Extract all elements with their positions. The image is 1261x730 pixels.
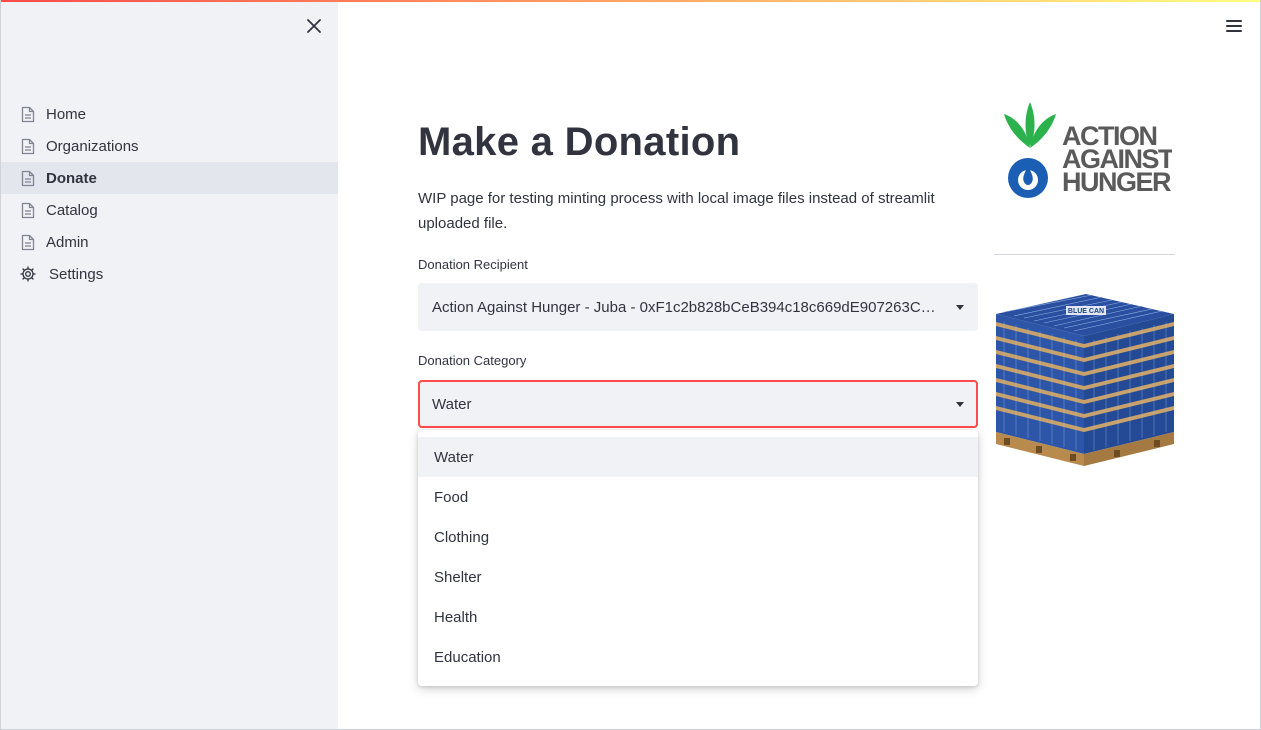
sidebar-item-label: Settings	[49, 265, 104, 283]
menu-icon	[1226, 20, 1242, 22]
dropdown-option-water[interactable]: Water	[418, 437, 978, 477]
sidebar-item-label: Organizations	[46, 137, 139, 155]
sidebar-item-label: Catalog	[46, 201, 98, 219]
sidebar-item-admin[interactable]: Admin	[1, 226, 338, 258]
header-decoration	[1, 0, 1260, 2]
product-image: BLUE CAN	[996, 294, 1174, 466]
sidebar-item-donate[interactable]: Donate	[1, 162, 338, 194]
recipient-select[interactable]: Action Against Hunger - Juba - 0xF1c2b82…	[418, 283, 978, 331]
recipient-label: Donation Recipient	[418, 257, 528, 272]
sidebar-item-label: Home	[46, 105, 87, 123]
page-description: WIP page for testing minting process wit…	[418, 190, 935, 232]
page-icon	[19, 137, 37, 155]
recipient-value: Action Against Hunger - Juba - 0xF1c2b82…	[432, 298, 956, 316]
category-select[interactable]: Water	[418, 380, 978, 428]
dropdown-option-clothing[interactable]: Clothing	[418, 517, 978, 557]
page-icon	[19, 169, 37, 187]
sidebar: Home Organizations Donate Catalog Admin …	[1, 0, 338, 729]
svg-text:BLUE CAN: BLUE CAN	[1068, 308, 1104, 315]
sidebar-item-home[interactable]: Home	[1, 98, 338, 130]
gear-icon	[19, 265, 37, 283]
sidebar-item-label: Admin	[46, 233, 89, 251]
category-value: Water	[432, 395, 472, 413]
sidebar-item-settings[interactable]: Settings	[1, 258, 338, 290]
dropdown-option-health[interactable]: Health	[418, 597, 978, 637]
sidebar-item-catalog[interactable]: Catalog	[1, 194, 338, 226]
page-icon	[19, 105, 37, 123]
close-icon	[307, 19, 321, 33]
app-window: Home Organizations Donate Catalog Admin …	[0, 0, 1261, 730]
organization-logo: ACTION AGAINST HUNGER	[1004, 102, 1172, 198]
sidebar-item-label: Donate	[46, 169, 97, 187]
chevron-down-icon	[956, 401, 964, 407]
main-menu-button[interactable]	[1226, 16, 1246, 36]
dropdown-option-food[interactable]: Food	[418, 477, 978, 517]
sidebar-nav: Home Organizations Donate Catalog Admin …	[1, 98, 338, 290]
category-dropdown-menu: Water Food Clothing Shelter Health Educa…	[418, 430, 978, 686]
category-label: Donation Category	[418, 353, 527, 368]
divider	[994, 254, 1175, 255]
svg-text:HUNGER: HUNGER	[1062, 167, 1171, 197]
dropdown-option-shelter[interactable]: Shelter	[418, 557, 978, 597]
close-sidebar-button[interactable]	[302, 14, 326, 38]
page-icon	[19, 201, 37, 219]
chevron-down-icon	[956, 304, 964, 310]
sidebar-item-organizations[interactable]: Organizations	[1, 130, 338, 162]
dropdown-option-education[interactable]: Education	[418, 637, 978, 677]
page-title: Make a Donation	[418, 120, 741, 164]
page-icon	[19, 233, 37, 251]
